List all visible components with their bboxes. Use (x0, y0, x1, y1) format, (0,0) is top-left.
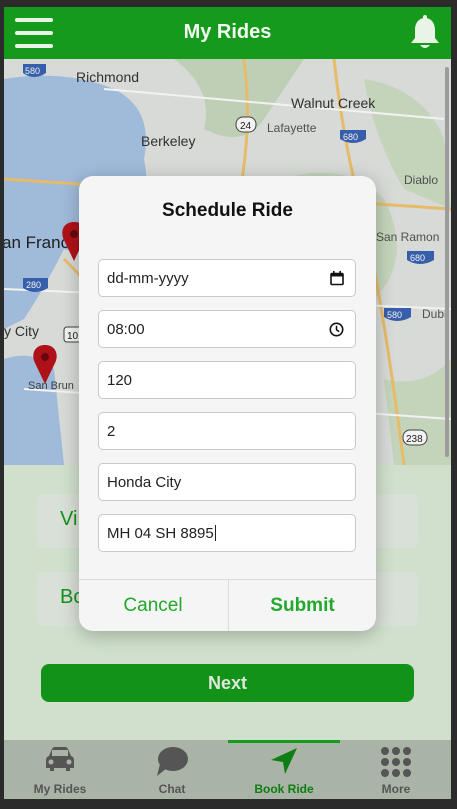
tab-label: Chat (158, 782, 186, 796)
tab-label: Book Ride (254, 782, 314, 796)
app-header: My Rides (4, 7, 451, 59)
time-input-value: 08:00 (107, 321, 145, 338)
tab-label: My Rides (33, 782, 87, 796)
calendar-icon[interactable] (330, 271, 344, 286)
car-number-input[interactable]: MH 04 SH 8895 (98, 514, 356, 552)
submit-button[interactable]: Submit (228, 580, 376, 631)
text-cursor (214, 525, 216, 541)
car-model-input-value: Honda City (107, 474, 182, 491)
car-icon (46, 747, 74, 771)
bottom-tab-bar: My Rides Chat Book Ride More (4, 740, 451, 799)
distance-input[interactable]: 120 (98, 361, 356, 399)
date-input-value: dd-mm-yyyy (107, 270, 189, 287)
time-input[interactable]: 08:00 (98, 310, 356, 348)
schedule-ride-dialog: Schedule Ride dd-mm-yyyy 08:00 120 2 Hon… (79, 176, 376, 631)
tab-book-ride[interactable]: Book Ride (228, 740, 340, 799)
date-input[interactable]: dd-mm-yyyy (98, 259, 356, 297)
dialog-footer: Cancel Submit (79, 579, 376, 631)
cancel-button[interactable]: Cancel (79, 580, 227, 631)
grid-dots-icon (381, 747, 411, 777)
notification-bell-icon[interactable] (408, 15, 442, 51)
clock-icon[interactable] (329, 322, 344, 337)
tab-label: More (381, 782, 411, 796)
chat-icon (157, 747, 188, 776)
passengers-input[interactable]: 2 (98, 412, 356, 450)
car-model-input[interactable]: Honda City (98, 463, 356, 501)
car-number-input-value: MH 04 SH 8895 (107, 525, 214, 542)
tab-more[interactable]: More (340, 740, 451, 799)
distance-input-value: 120 (107, 372, 133, 389)
passengers-input-value: 2 (107, 423, 116, 440)
scrollbar[interactable] (445, 67, 449, 457)
tab-chat[interactable]: Chat (116, 740, 228, 799)
dialog-title: Schedule Ride (162, 200, 293, 221)
page-title: My Rides (183, 21, 272, 43)
navigation-arrow-icon (271, 748, 297, 774)
tab-my-rides[interactable]: My Rides (4, 740, 116, 799)
